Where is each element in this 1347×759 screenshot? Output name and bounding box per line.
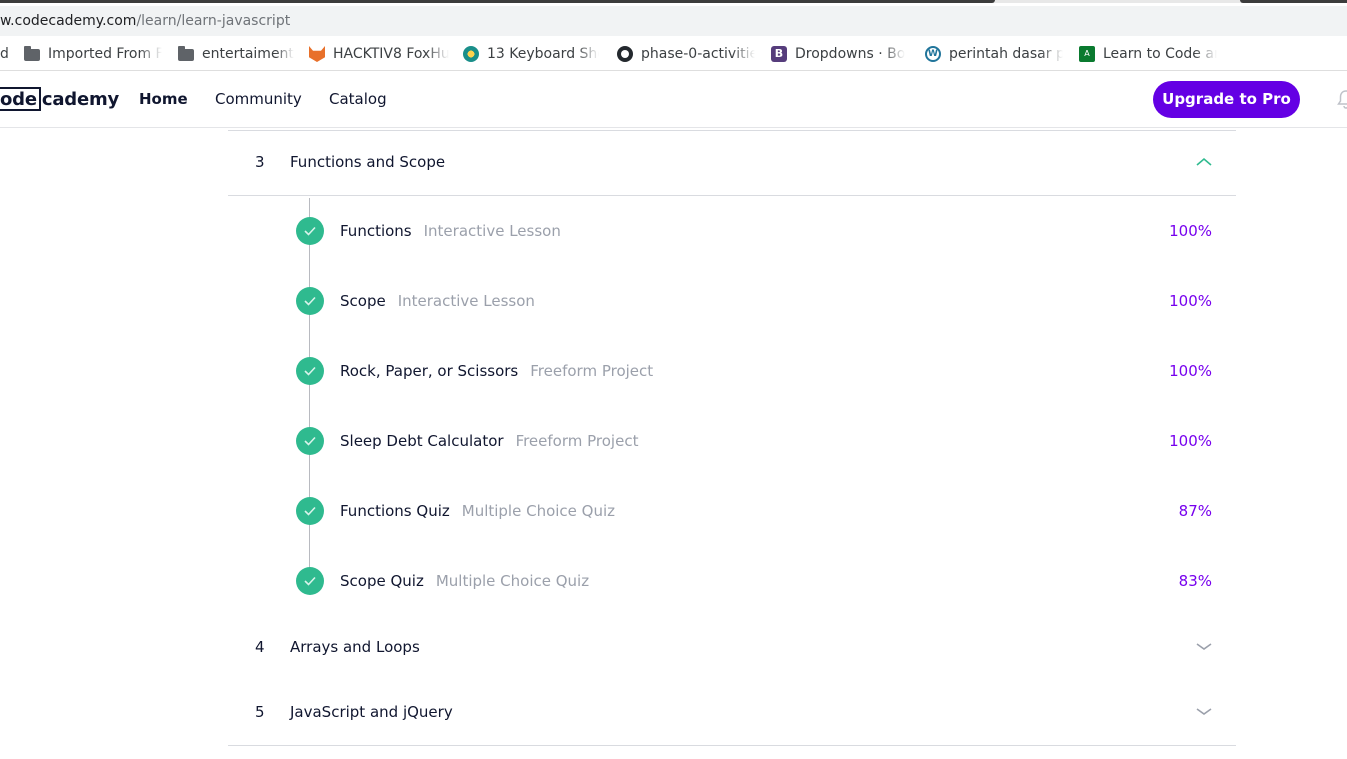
completed-check-icon	[296, 287, 324, 315]
completed-check-icon	[296, 357, 324, 385]
upgrade-to-pro-button[interactable]: Upgrade to Pro	[1153, 81, 1300, 118]
bookmark-dropdowns[interactable]: B Dropdowns · Bo	[771, 38, 909, 70]
lesson-row[interactable]: Functions Interactive Lesson 100%	[228, 196, 1236, 266]
bookmark-folder-imported[interactable]: Imported From F	[24, 38, 162, 70]
bookmark-label: entertaiment	[202, 46, 294, 62]
module-title: Arrays and Loops	[290, 638, 420, 656]
module-number: 4	[255, 638, 265, 656]
lesson-title[interactable]: Scope Interactive Lesson	[340, 266, 535, 336]
keyboard-shortcuts-site-icon	[463, 46, 479, 62]
logo-cademy: cademy	[41, 88, 120, 110]
codecademy-logo[interactable]: ode cademy	[0, 85, 119, 113]
bookmark-label: 13 Keyboard Sho	[487, 46, 599, 62]
chevron-down-icon[interactable]	[1196, 704, 1212, 720]
lesson-row[interactable]: Rock, Paper, or Scissors Freeform Project…	[228, 336, 1236, 406]
lesson-type: Interactive Lesson	[423, 222, 561, 240]
bookmark-perintah-dasar[interactable]: W perintah dasar p	[925, 38, 1063, 70]
bookmark-label: Learn to Code ar	[1103, 46, 1217, 62]
syllabus-module: 5 JavaScript and jQuery	[228, 680, 1236, 746]
bookmark-phase-0[interactable]: phase-0-activitie	[617, 38, 755, 70]
lesson-type: Interactive Lesson	[397, 292, 535, 310]
completed-check-icon	[296, 497, 324, 525]
module-header[interactable]: 3 Functions and Scope	[228, 130, 1236, 196]
lesson-row[interactable]: Scope Interactive Lesson 100%	[228, 266, 1236, 336]
chevron-up-icon[interactable]	[1196, 154, 1212, 170]
browser-tab-edge	[0, 0, 995, 3]
lesson-row[interactable]: Sleep Debt Calculator Freeform Project 10…	[228, 406, 1236, 476]
notification-bell-icon[interactable]	[1335, 88, 1347, 110]
lesson-name: Functions	[340, 222, 412, 240]
address-bar[interactable]: w.codecademy.com/learn/learn-javascript	[0, 6, 1347, 36]
lesson-progress: 100%	[1169, 432, 1212, 450]
github-icon	[617, 46, 633, 62]
bookmarks-bar: d Imported From F entertaiment HACKTIV8 …	[0, 38, 1347, 71]
lesson-title[interactable]: Rock, Paper, or Scissors Freeform Project	[340, 336, 653, 406]
lesson-progress: 100%	[1169, 362, 1212, 380]
lesson-progress: 100%	[1169, 292, 1212, 310]
bookmark-learn-to-code[interactable]: A Learn to Code ar	[1079, 38, 1217, 70]
bookmark-label: perintah dasar p	[949, 46, 1063, 62]
lesson-progress: 100%	[1169, 222, 1212, 240]
lesson-progress: 87%	[1178, 502, 1212, 520]
lesson-title[interactable]: Sleep Debt Calculator Freeform Project	[340, 406, 638, 476]
nav-catalog[interactable]: Catalog	[329, 71, 387, 127]
lesson-name: Rock, Paper, or Scissors	[340, 362, 519, 380]
lesson-title[interactable]: Functions Quiz Multiple Choice Quiz	[340, 476, 615, 546]
nav-home[interactable]: Home	[139, 71, 188, 127]
learn-to-code-icon: A	[1079, 46, 1095, 62]
browser-tab-edge	[1240, 0, 1347, 3]
bookmark-label: d	[0, 46, 9, 62]
module-title: Functions and Scope	[290, 153, 446, 171]
lesson-name: Scope	[340, 292, 386, 310]
chevron-down-icon[interactable]	[1196, 639, 1212, 655]
hacktiv8-fox-icon	[309, 46, 325, 62]
lesson-name: Scope Quiz	[340, 572, 424, 590]
completed-check-icon	[296, 217, 324, 245]
bookmark-label: Imported From F	[48, 46, 162, 62]
module-title: JavaScript and jQuery	[290, 703, 453, 721]
lesson-name: Sleep Debt Calculator	[340, 432, 504, 450]
lesson-type: Freeform Project	[515, 432, 639, 450]
lesson-type: Multiple Choice Quiz	[435, 572, 590, 590]
completed-check-icon	[296, 567, 324, 595]
lesson-list: Functions Interactive Lesson 100% Scope In…	[228, 196, 1236, 617]
lesson-type: Multiple Choice Quiz	[461, 502, 616, 520]
lesson-row[interactable]: Functions Quiz Multiple Choice Quiz 87%	[228, 476, 1236, 546]
folder-icon	[178, 46, 194, 61]
bookmark-label: Dropdowns · Bo	[795, 46, 906, 62]
nav-community[interactable]: Community	[215, 71, 302, 127]
module-number: 5	[255, 703, 265, 721]
wordpress-icon: W	[925, 46, 941, 62]
syllabus-module: 3 Functions and Scope Functions Interacti…	[228, 130, 1236, 617]
bookmark-label: HACKTIV8 FoxHu	[333, 46, 449, 62]
folder-icon	[24, 46, 40, 61]
lesson-name: Functions Quiz	[340, 502, 450, 520]
url-host: w.codecademy.com	[0, 13, 137, 29]
site-header: ode cademy Home Community Catalog Upgrade…	[0, 71, 1347, 128]
lesson-progress: 83%	[1178, 572, 1212, 590]
bookmark-hacktiv8[interactable]: HACKTIV8 FoxHu	[309, 38, 449, 70]
bookmark-label: phase-0-activitie	[641, 46, 755, 62]
completed-check-icon	[296, 427, 324, 455]
logo-code-box: ode	[0, 87, 41, 111]
syllabus-module: 4 Arrays and Loops	[228, 615, 1236, 681]
module-header[interactable]: 4 Arrays and Loops	[228, 615, 1236, 681]
module-number: 3	[255, 153, 265, 171]
bookmark-folder-entertaiment[interactable]: entertaiment	[178, 38, 298, 70]
lesson-row[interactable]: Scope Quiz Multiple Choice Quiz 83%	[228, 546, 1236, 616]
lesson-title[interactable]: Functions Interactive Lesson	[340, 196, 561, 266]
bookmark-item-truncated[interactable]: d	[0, 38, 14, 70]
url-path: /learn/learn-javascript	[136, 13, 291, 29]
module-header[interactable]: 5 JavaScript and jQuery	[228, 680, 1236, 746]
lesson-title[interactable]: Scope Quiz Multiple Choice Quiz	[340, 546, 589, 616]
bookmark-keyboard-shortcuts[interactable]: 13 Keyboard Sho	[463, 38, 599, 70]
bootstrap-icon: B	[771, 46, 787, 62]
lesson-type: Freeform Project	[530, 362, 654, 380]
